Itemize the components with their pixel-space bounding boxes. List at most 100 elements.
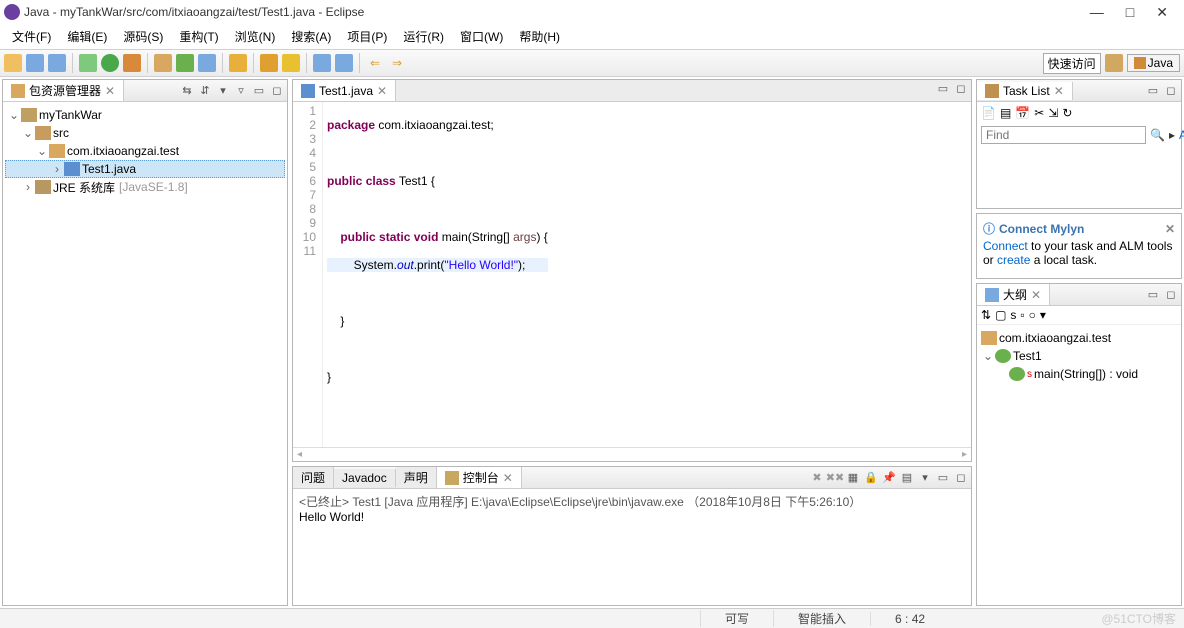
expand-arrow-icon[interactable]: ⌄ — [21, 126, 35, 140]
jre-library-node[interactable]: › JRE 系统库 [JavaSE-1.8] — [5, 178, 285, 196]
open-type-button[interactable] — [198, 54, 216, 72]
expand-arrow-icon[interactable]: › — [21, 180, 35, 194]
new-task-icon[interactable]: 📄 — [981, 106, 996, 120]
maximize-editor-icon[interactable]: ◻ — [953, 80, 969, 96]
menu-navigate[interactable]: 浏览(N) — [229, 26, 282, 47]
search-icon[interactable]: 🔍 — [1150, 128, 1165, 142]
menu-search[interactable]: 搜索(A) — [285, 26, 337, 47]
coverage-button[interactable] — [123, 54, 141, 72]
maximize-view-icon[interactable]: ◻ — [953, 470, 969, 486]
menu-help[interactable]: 帮助(H) — [513, 26, 566, 47]
problems-tab[interactable]: 问题 — [293, 467, 334, 488]
prev-annotation-button[interactable] — [335, 54, 353, 72]
maximize-view-icon[interactable]: ◻ — [1163, 83, 1179, 99]
remove-all-icon[interactable]: ✖✖ — [827, 470, 843, 486]
create-link[interactable]: create — [997, 253, 1030, 267]
editor-tab-test1[interactable]: Test1.java ✕ — [293, 80, 396, 101]
outline-tab[interactable]: 大纲 ✕ — [977, 284, 1050, 305]
connect-link[interactable]: Connect — [983, 239, 1028, 253]
minimize-editor-icon[interactable]: ▭ — [935, 80, 951, 96]
open-console-icon[interactable]: ▾ — [917, 470, 933, 486]
package-explorer-tab[interactable]: 包资源管理器 ✕ — [3, 80, 124, 101]
task-list-tab[interactable]: Task List ✕ — [977, 82, 1073, 100]
maximize-button[interactable]: □ — [1126, 4, 1134, 21]
close-hint-icon[interactable]: ✕ — [1165, 222, 1175, 236]
minimize-button[interactable]: — — [1090, 4, 1104, 21]
back-button[interactable]: ⇐ — [366, 54, 384, 72]
menu-edit[interactable]: 编辑(E) — [61, 26, 113, 47]
close-tab-icon[interactable]: ✕ — [503, 471, 513, 485]
forward-button[interactable]: ⇒ — [388, 54, 406, 72]
next-annotation-button[interactable] — [313, 54, 331, 72]
menu-source[interactable]: 源码(S) — [117, 26, 169, 47]
pin-console-icon[interactable]: 📌 — [881, 470, 897, 486]
collapse-icon[interactable]: ⇲ — [1048, 106, 1058, 120]
debug-button[interactable] — [79, 54, 97, 72]
remove-launch-icon[interactable]: ✖ — [809, 470, 825, 486]
all-filter-link[interactable]: All — [1179, 128, 1184, 142]
menu-refactor[interactable]: 重构(T) — [173, 26, 224, 47]
focus-outline-icon[interactable]: ▾ — [1040, 308, 1046, 322]
console-tab[interactable]: 控制台 ✕ — [437, 467, 522, 488]
scroll-lock-icon[interactable]: 🔒 — [863, 470, 879, 486]
schedule-icon[interactable]: 📅 — [1015, 106, 1030, 120]
menu-file[interactable]: 文件(F) — [6, 26, 57, 47]
link-editor-icon[interactable]: ⇵ — [197, 83, 213, 99]
quick-access-input[interactable]: 快速访问 — [1043, 53, 1101, 74]
declaration-tab[interactable]: 声明 — [396, 467, 437, 488]
collapse-all-icon[interactable]: ⇆ — [179, 83, 195, 99]
project-node[interactable]: ⌄ myTankWar — [5, 106, 285, 124]
sync-icon[interactable]: ↻ — [1062, 106, 1072, 120]
close-tab-icon[interactable]: ✕ — [377, 84, 387, 98]
search-button[interactable] — [229, 54, 247, 72]
editor-hscroll[interactable]: ◂▸ — [293, 447, 971, 461]
minimize-view-icon[interactable]: ▭ — [1145, 287, 1161, 303]
close-tab-icon[interactable]: ✕ — [1031, 288, 1041, 302]
src-node[interactable]: ⌄ src — [5, 124, 285, 142]
hide-fields-icon[interactable]: ▢ — [995, 308, 1006, 322]
hide-local-icon[interactable]: ○ — [1029, 308, 1036, 322]
maximize-view-icon[interactable]: ◻ — [269, 83, 285, 99]
toggle-mark-button[interactable] — [260, 54, 278, 72]
menu-window[interactable]: 窗口(W) — [454, 26, 509, 47]
menu-project[interactable]: 项目(P) — [341, 26, 393, 47]
open-perspective-button[interactable] — [1105, 54, 1123, 72]
new-package-button[interactable] — [154, 54, 172, 72]
close-tab-icon[interactable]: ✕ — [1054, 84, 1064, 98]
sort-icon[interactable]: ⇅ — [981, 308, 991, 322]
focus-task-icon[interactable]: ▾ — [215, 83, 231, 99]
close-button[interactable]: ✕ — [1156, 4, 1168, 21]
java-file-node[interactable]: › Test1.java — [5, 160, 285, 178]
minimize-view-icon[interactable]: ▭ — [1145, 83, 1161, 99]
code-editor[interactable]: 1234567891011 package com.itxiaoangzai.t… — [293, 102, 971, 447]
expand-arrow-icon[interactable]: ⌄ — [35, 144, 49, 158]
console-output[interactable]: <已终止> Test1 [Java 应用程序] E:\java\Eclipse\… — [293, 489, 971, 605]
hide-static-icon[interactable]: s — [1010, 308, 1016, 322]
outline-package-node[interactable]: com.itxiaoangzai.test — [981, 329, 1177, 347]
edit-button[interactable] — [282, 54, 300, 72]
find-task-input[interactable] — [981, 126, 1146, 144]
display-console-icon[interactable]: ▤ — [899, 470, 915, 486]
maximize-view-icon[interactable]: ◻ — [1163, 287, 1179, 303]
save-button[interactable] — [26, 54, 44, 72]
clear-console-icon[interactable]: ▦ — [845, 470, 861, 486]
minimize-view-icon[interactable]: ▭ — [935, 470, 951, 486]
package-node[interactable]: ⌄ com.itxiaoangzai.test — [5, 142, 285, 160]
outline-method-node[interactable]: s main(String[]) : void — [981, 365, 1177, 383]
menu-run[interactable]: 运行(R) — [397, 26, 450, 47]
java-perspective-button[interactable]: Java — [1127, 54, 1180, 72]
expand-arrow-icon[interactable]: ⌄ — [7, 108, 21, 122]
run-button[interactable] — [101, 54, 119, 72]
code-area[interactable]: package com.itxiaoangzai.test; public cl… — [323, 102, 552, 447]
expand-arrow-icon[interactable]: › — [50, 162, 64, 176]
new-button[interactable] — [4, 54, 22, 72]
save-all-button[interactable] — [48, 54, 66, 72]
hide-nonpublic-icon[interactable]: ▫ — [1020, 308, 1024, 322]
minimize-view-icon[interactable]: ▭ — [251, 83, 267, 99]
outline-class-node[interactable]: ⌄ Test1 — [981, 347, 1177, 365]
javadoc-tab[interactable]: Javadoc — [334, 469, 396, 487]
close-view-icon[interactable]: ✕ — [105, 84, 115, 98]
view-menu-icon[interactable]: ▿ — [233, 83, 249, 99]
categorize-icon[interactable]: ▤ — [1000, 106, 1011, 120]
focus-icon[interactable]: ✂ — [1034, 106, 1044, 120]
